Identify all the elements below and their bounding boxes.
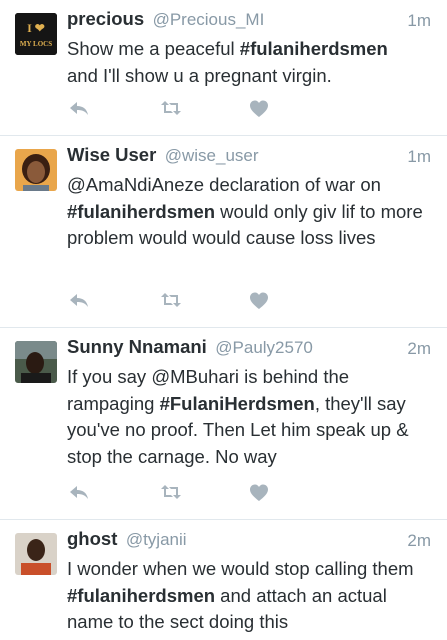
user-name[interactable]: precious (67, 8, 144, 29)
tweet-text: Show me a peaceful #fulaniherdsmen and I'… (67, 36, 433, 89)
avatar[interactable]: I ❤ MY LOCS (15, 13, 57, 55)
tweet-text: @AmaNdiAneze declaration of war on #fula… (67, 172, 433, 252)
tweet-text: I wonder when we would stop calling them… (67, 556, 433, 636)
avatar-logo-text-bottom: MY LOCS (20, 40, 52, 48)
tweet-header: Wise User @wise_user 1m (67, 144, 431, 170)
user-name[interactable]: Wise User (67, 144, 156, 165)
user-name[interactable]: ghost (67, 528, 117, 549)
avatar-logo-text-top: I ❤ (27, 21, 45, 35)
tweet[interactable]: I ❤ MY LOCS precious @Precious_MI 1m Sho… (0, 0, 447, 136)
reply-icon[interactable] (67, 96, 91, 120)
tweet[interactable]: Sunny Nnamani @Pauly2570 2m If you say @… (0, 328, 447, 520)
user-name[interactable]: Sunny Nnamani (67, 336, 207, 357)
tweet-header: Sunny Nnamani @Pauly2570 2m (67, 336, 431, 362)
user-handle[interactable]: @Precious_MI (153, 10, 265, 29)
tweet[interactable]: ghost @tyjanii 2m I wonder when we would… (0, 520, 447, 640)
tweet[interactable]: Wise User @wise_user 1m @AmaNdiAneze dec… (0, 136, 447, 328)
tweet-feed: I ❤ MY LOCS precious @Precious_MI 1m Sho… (0, 0, 447, 640)
timestamp[interactable]: 2m (407, 339, 431, 359)
tweet-actions (67, 480, 287, 504)
tweet-text-part: and I'll show u a pregnant virgin. (67, 64, 332, 86)
like-icon[interactable] (247, 480, 271, 504)
tweet-text: If you say @MBuhari is behind the rampag… (67, 364, 433, 470)
tweet-text-part: Show me a peaceful (67, 38, 240, 59)
like-icon[interactable] (247, 96, 271, 120)
tweet-text-part: I wonder when we would stop calling them (67, 558, 414, 579)
hashtag-link[interactable]: #fulaniherdsmen (67, 201, 215, 222)
timestamp[interactable]: 1m (407, 147, 431, 167)
avatar[interactable] (15, 149, 57, 191)
user-handle[interactable]: @Pauly2570 (215, 338, 313, 357)
avatar[interactable] (15, 341, 57, 383)
timestamp[interactable]: 2m (407, 531, 431, 551)
tweet-header: precious @Precious_MI 1m (67, 8, 431, 34)
reply-icon[interactable] (67, 288, 91, 312)
hashtag-link[interactable]: #FulaniHerdsmen (160, 393, 315, 414)
tweet-actions (67, 96, 287, 120)
tweet-header: ghost @tyjanii 2m (67, 528, 431, 554)
retweet-icon[interactable] (159, 480, 183, 504)
hashtag-link[interactable]: #fulaniherdsmen (240, 38, 388, 59)
retweet-icon[interactable] (159, 288, 183, 312)
retweet-icon[interactable] (159, 96, 183, 120)
tweet-actions (67, 288, 287, 312)
tweet-text-part: @AmaNdiAneze declaration of war on (67, 174, 381, 195)
user-handle[interactable]: @tyjanii (126, 530, 187, 549)
avatar[interactable] (15, 533, 57, 575)
timestamp[interactable]: 1m (407, 11, 431, 31)
hashtag-link[interactable]: #fulaniherdsmen (67, 585, 215, 606)
user-handle[interactable]: @wise_user (165, 146, 259, 165)
like-icon[interactable] (247, 288, 271, 312)
reply-icon[interactable] (67, 480, 91, 504)
